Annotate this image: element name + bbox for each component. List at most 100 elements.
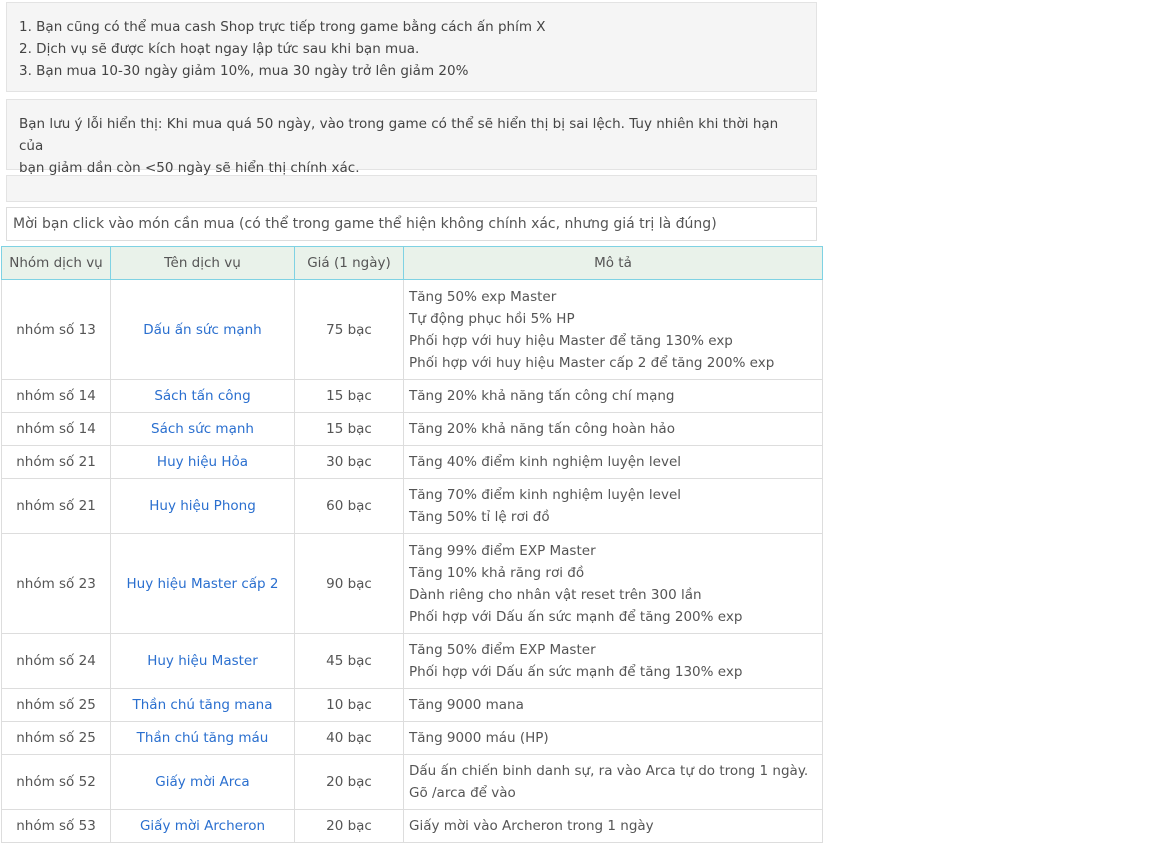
- description-line: Phối hợp với Dấu ấn sức mạnh để tăng 200…: [409, 608, 743, 625]
- description-line: Tăng 9000 mana: [409, 697, 524, 713]
- tip-line-2: 2. Dịch vụ sẽ được kích hoạt ngay lập tứ…: [19, 41, 420, 57]
- group-cell: nhóm số 21: [1, 445, 111, 479]
- price-cell: 75 bạc: [294, 279, 404, 380]
- group-cell: nhóm số 14: [1, 412, 111, 446]
- notice-tips-box: 1. Bạn cũng có thể mua cash Shop trực ti…: [6, 2, 817, 92]
- group-cell: nhóm số 25: [1, 721, 111, 755]
- description-line: Dành riêng cho nhân vật reset trên 300 l…: [409, 586, 702, 603]
- empty-notice-box: [6, 175, 817, 202]
- description-cell: Tăng 9000 máu (HP): [403, 721, 823, 755]
- header-price: Giá (1 ngày): [294, 246, 404, 280]
- table-row: nhóm số 14 Sách tấn công 15 bạc Tăng 20%…: [1, 379, 823, 413]
- service-link[interactable]: Huy hiệu Master cấp 2: [127, 576, 279, 592]
- header-name: Tên dịch vụ: [110, 246, 295, 280]
- tip-line-3: 3. Bạn mua 10-30 ngày giảm 10%, mua 30 n…: [19, 63, 469, 79]
- table-row: nhóm số 21 Huy hiệu Phong 60 bạc Tăng 70…: [1, 478, 823, 534]
- description-line: Phối hợp với Dấu ấn sức mạnh để tăng 130…: [409, 664, 743, 680]
- table-row: nhóm số 52 Giấy mời Arca 20 bạc Dấu ấn c…: [1, 754, 823, 810]
- description-line: Tăng 50% điểm EXP Master: [409, 642, 596, 658]
- description-line: Tăng 70% điểm kinh nghiệm luyện level: [409, 487, 682, 503]
- table-row: nhóm số 25 Thần chú tăng máu 40 bạc Tăng…: [1, 721, 823, 755]
- tip-line-1: 1. Bạn cũng có thể mua cash Shop trực ti…: [19, 19, 546, 35]
- table-row: nhóm số 53 Giấy mời Archeron 20 bạc Giấy…: [1, 809, 823, 843]
- description-cell: Tăng 9000 mana: [403, 688, 823, 722]
- name-cell: Dấu ấn sức mạnh: [110, 279, 295, 380]
- header-description: Mô tả: [403, 246, 823, 280]
- description-cell: Tăng 50% điểm EXP Master Phối hợp với Dấ…: [403, 633, 823, 689]
- service-link[interactable]: Sách sức mạnh: [151, 421, 254, 437]
- instruction-text: Mời bạn click vào món cần mua (có thể tr…: [6, 207, 817, 241]
- description-line: Tăng 20% khả năng tấn công hoàn hảo: [409, 421, 675, 437]
- description-cell: Tăng 40% điểm kinh nghiệm luyện level: [403, 445, 823, 479]
- service-link[interactable]: Huy hiệu Phong: [149, 498, 256, 514]
- description-line: Tăng 50% tỉ lệ rơi đồ: [409, 509, 550, 525]
- price-cell: 20 bạc: [294, 809, 404, 843]
- description-line: Tăng 20% khả năng tấn công chí mạng: [409, 388, 675, 404]
- description-line: Tăng 50% exp Master: [409, 288, 557, 305]
- name-cell: Giấy mời Archeron: [110, 809, 295, 843]
- description-line: Tăng 10% khả răng rơi đồ: [409, 564, 585, 581]
- description-line: Dấu ấn chiến binh danh sự, ra vào Arca t…: [409, 763, 809, 779]
- price-cell: 40 bạc: [294, 721, 404, 755]
- table-row: nhóm số 21 Huy hiệu Hỏa 30 bạc Tăng 40% …: [1, 445, 823, 479]
- price-cell: 30 bạc: [294, 445, 404, 479]
- group-cell: nhóm số 23: [1, 533, 111, 634]
- services-table: Nhóm dịch vụ Tên dịch vụ Giá (1 ngày) Mô…: [1, 246, 823, 843]
- group-cell: nhóm số 21: [1, 478, 111, 534]
- description-cell: Tăng 70% điểm kinh nghiệm luyện level Tă…: [403, 478, 823, 534]
- price-cell: 45 bạc: [294, 633, 404, 689]
- description-line: Phối hợp với huy hiệu Master để tăng 130…: [409, 332, 733, 349]
- group-cell: nhóm số 24: [1, 633, 111, 689]
- service-link[interactable]: Giấy mời Archeron: [140, 818, 265, 834]
- warning-line-1: Bạn lưu ý lỗi hiển thị: Khi mua quá 50 n…: [19, 116, 779, 154]
- description-cell: Dấu ấn chiến binh danh sự, ra vào Arca t…: [403, 754, 823, 810]
- name-cell: Thần chú tăng máu: [110, 721, 295, 755]
- description-cell: Tăng 50% exp Master Tự động phục hồi 5% …: [403, 279, 823, 380]
- group-cell: nhóm số 52: [1, 754, 111, 810]
- group-cell: nhóm số 13: [1, 279, 111, 380]
- name-cell: Giấy mời Arca: [110, 754, 295, 810]
- service-link[interactable]: Huy hiệu Master: [147, 653, 258, 669]
- price-cell: 60 bạc: [294, 478, 404, 534]
- name-cell: Huy hiệu Hỏa: [110, 445, 295, 479]
- service-link[interactable]: Giấy mời Arca: [155, 774, 249, 790]
- name-cell: Sách sức mạnh: [110, 412, 295, 446]
- service-link[interactable]: Thần chú tăng mana: [133, 697, 273, 713]
- table-row: nhóm số 24 Huy hiệu Master 45 bạc Tăng 5…: [1, 633, 823, 689]
- description-line: Phối hợp với huy hiệu Master cấp 2 để tă…: [409, 354, 775, 371]
- table-header-row: Nhóm dịch vụ Tên dịch vụ Giá (1 ngày) Mô…: [1, 246, 823, 280]
- group-cell: nhóm số 14: [1, 379, 111, 413]
- notice-warning-box: Bạn lưu ý lỗi hiển thị: Khi mua quá 50 n…: [6, 99, 817, 176]
- table-row: nhóm số 13 Dấu ấn sức mạnh 75 bạc Tăng 5…: [1, 279, 823, 380]
- service-link[interactable]: Sách tấn công: [154, 388, 250, 404]
- price-cell: 90 bạc: [294, 533, 404, 634]
- table-row: nhóm số 25 Thần chú tăng mana 10 bạc Tăn…: [1, 688, 823, 722]
- name-cell: Sách tấn công: [110, 379, 295, 413]
- description-cell: Tăng 99% điểm EXP Master Tăng 10% khả ră…: [403, 533, 823, 634]
- description-line: Tăng 99% điểm EXP Master: [409, 542, 596, 559]
- service-link[interactable]: Huy hiệu Hỏa: [157, 454, 248, 470]
- description-cell: Tăng 20% khả năng tấn công chí mạng: [403, 379, 823, 413]
- table-row: nhóm số 23 Huy hiệu Master cấp 2 90 bạc …: [1, 533, 823, 634]
- service-link[interactable]: Dấu ấn sức mạnh: [143, 322, 261, 338]
- name-cell: Huy hiệu Master cấp 2: [110, 533, 295, 634]
- description-line: Tăng 40% điểm kinh nghiệm luyện level: [409, 454, 682, 470]
- description-cell: Giấy mời vào Archeron trong 1 ngày: [403, 809, 823, 843]
- description-line: Tự động phục hồi 5% HP: [409, 310, 575, 327]
- price-cell: 15 bạc: [294, 379, 404, 413]
- table-row: nhóm số 14 Sách sức mạnh 15 bạc Tăng 20%…: [1, 412, 823, 446]
- price-cell: 10 bạc: [294, 688, 404, 722]
- group-cell: nhóm số 53: [1, 809, 111, 843]
- name-cell: Huy hiệu Phong: [110, 478, 295, 534]
- name-cell: Huy hiệu Master: [110, 633, 295, 689]
- description-cell: Tăng 20% khả năng tấn công hoàn hảo: [403, 412, 823, 446]
- description-line: Tăng 9000 máu (HP): [409, 730, 549, 746]
- description-line: Gõ /arca để vào: [409, 785, 516, 801]
- group-cell: nhóm số 25: [1, 688, 111, 722]
- service-link[interactable]: Thần chú tăng máu: [137, 730, 269, 746]
- description-line: Giấy mời vào Archeron trong 1 ngày: [409, 818, 654, 834]
- price-cell: 20 bạc: [294, 754, 404, 810]
- name-cell: Thần chú tăng mana: [110, 688, 295, 722]
- header-group: Nhóm dịch vụ: [1, 246, 111, 280]
- price-cell: 15 bạc: [294, 412, 404, 446]
